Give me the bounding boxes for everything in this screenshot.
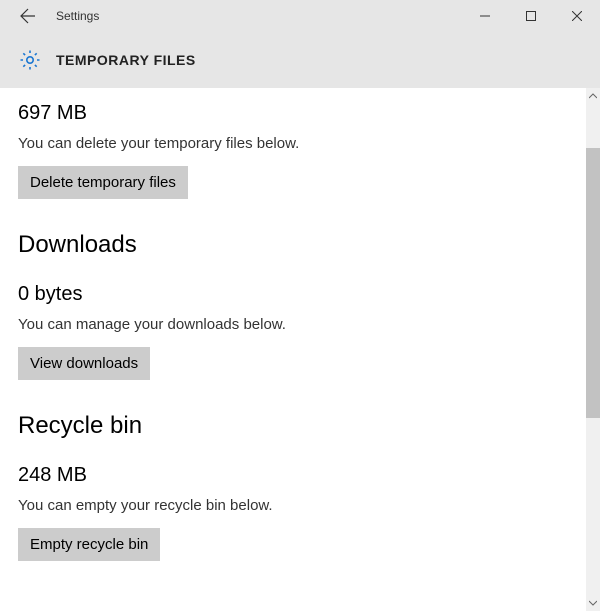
gear-icon (18, 48, 42, 72)
view-downloads-button[interactable]: View downloads (18, 347, 150, 380)
minimize-icon (480, 11, 490, 21)
empty-recycle-bin-button[interactable]: Empty recycle bin (18, 528, 160, 561)
content-area: 697 MB You can delete your temporary fil… (0, 88, 600, 611)
page-title: TEMPORARY FILES (56, 52, 196, 68)
recycle-bin-size: 248 MB (18, 464, 568, 487)
window-controls (462, 0, 600, 32)
temp-size: 697 MB (18, 102, 568, 125)
back-button[interactable] (8, 0, 48, 32)
maximize-button[interactable] (508, 0, 554, 32)
page-header: TEMPORARY FILES (0, 32, 600, 88)
titlebar: Settings (0, 0, 600, 32)
maximize-icon (526, 11, 536, 21)
downloads-size: 0 bytes (18, 283, 568, 306)
downloads-description: You can manage your downloads below. (18, 316, 568, 333)
recycle-bin-title: Recycle bin (18, 412, 568, 440)
temp-description: You can delete your temporary files belo… (18, 135, 568, 152)
delete-temporary-files-button[interactable]: Delete temporary files (18, 166, 188, 199)
window-title: Settings (56, 9, 462, 23)
minimize-button[interactable] (462, 0, 508, 32)
recycle-bin-description: You can empty your recycle bin below. (18, 497, 568, 514)
close-icon (572, 11, 582, 21)
arrow-left-icon (20, 8, 36, 24)
downloads-title: Downloads (18, 231, 568, 259)
close-button[interactable] (554, 0, 600, 32)
